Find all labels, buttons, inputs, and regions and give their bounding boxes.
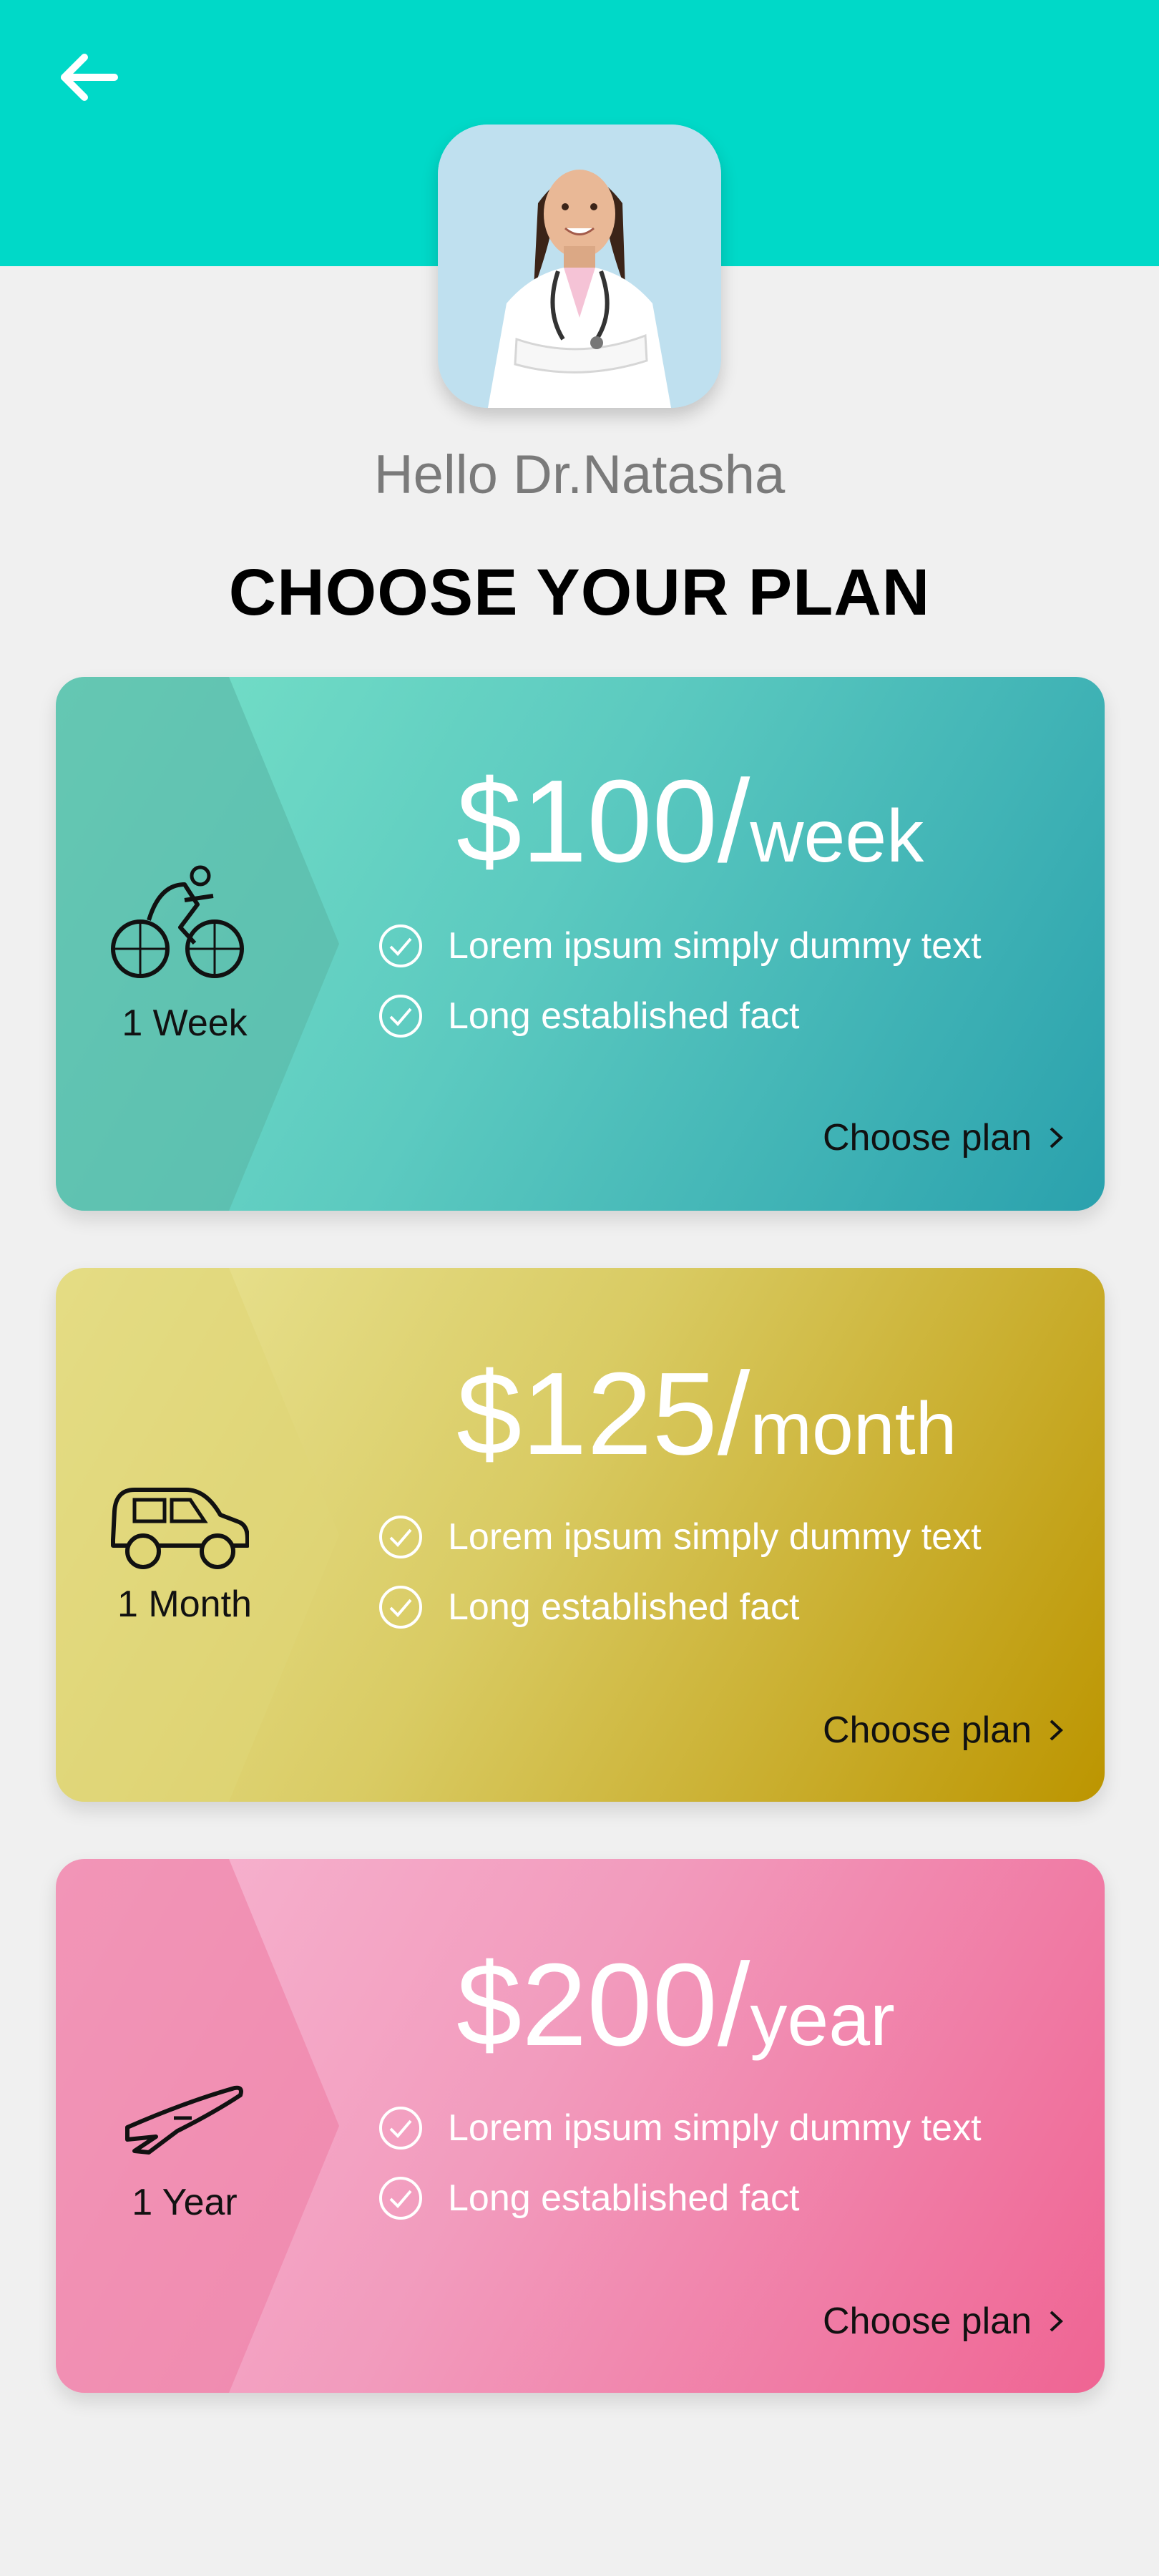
plan-card-month[interactable]: 1 Month $125/month Lorem ipsum simply du… — [56, 1268, 1105, 1802]
check-circle-icon — [379, 2107, 422, 2150]
plan-feature: Long established fact — [378, 1584, 799, 1630]
bicycle-icon — [111, 865, 244, 978]
chevron-right-icon — [1050, 1719, 1063, 1741]
check-circle-icon — [379, 1586, 422, 1629]
plan-duration: 1 Month — [117, 1584, 252, 1625]
plan-feature: Long established fact — [378, 2175, 799, 2221]
check-circle-icon — [379, 2177, 422, 2220]
plan-price: $125/month — [456, 1348, 957, 1479]
choose-plan-button[interactable]: Choose plan — [823, 1116, 1065, 1159]
plan-card-week[interactable]: 1 Week $100/week Lorem ipsum simply dumm… — [56, 677, 1105, 1211]
back-button[interactable] — [59, 49, 127, 106]
plan-card-year[interactable]: 1 Year $200/year Lorem ipsum simply dumm… — [56, 1859, 1105, 2393]
plan-duration: 1 Week — [122, 1002, 248, 1044]
choose-plan-button[interactable]: Choose plan — [823, 1709, 1065, 1752]
plan-feature: Lorem ipsum simply dummy text — [378, 2105, 982, 2151]
plan-price: $200/year — [456, 1939, 895, 2070]
choose-plan-button[interactable]: Choose plan — [823, 2300, 1065, 2343]
plan-price: $100/week — [456, 756, 924, 887]
check-circle-icon — [379, 995, 422, 1038]
check-circle-icon — [379, 924, 422, 967]
car-icon — [111, 1488, 249, 1569]
plan-duration: 1 Year — [132, 2182, 238, 2223]
check-circle-icon — [379, 1516, 422, 1558]
plan-feature: Lorem ipsum simply dummy text — [378, 1514, 982, 1560]
chevron-right-icon — [1050, 1127, 1063, 1148]
plan-feature: Long established fact — [378, 993, 799, 1039]
avatar — [438, 125, 721, 408]
chevron-right-icon — [1050, 2311, 1063, 2332]
page-title: CHOOSE YOUR PLAN — [228, 556, 931, 629]
plan-feature: Lorem ipsum simply dummy text — [378, 923, 982, 969]
arrow-left-icon — [61, 54, 118, 101]
greeting-text: Hello Dr.Natasha — [373, 444, 786, 505]
